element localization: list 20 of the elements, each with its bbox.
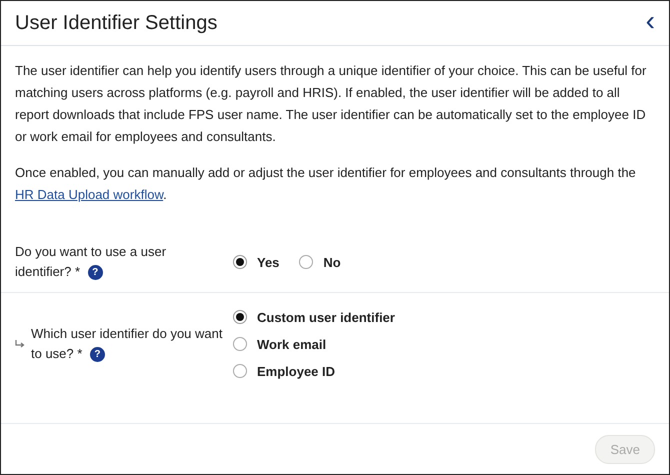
back-button[interactable]: ‹ (642, 7, 659, 39)
option-label[interactable]: No (323, 254, 341, 270)
nested-arrow-icon (15, 340, 25, 348)
description-text: The user identifier can help you identify users through a unique identifier of your choice. This can be useful for matching users across platforms (e.g. payroll and HRIS). If enabled, the user identifier will be added to all report downloads that include FPS user name. The user identifier can be automatically set to the employee ID or work email for employees and consultants. (15, 62, 648, 146)
help-icon[interactable]: ? (88, 265, 103, 280)
help-icon[interactable]: ? (90, 347, 105, 362)
panel-title: User Identifier Settings (15, 12, 218, 34)
radio-button[interactable] (233, 310, 247, 324)
option-label[interactable]: Work email (257, 336, 326, 352)
option-label[interactable]: Yes (257, 254, 280, 270)
question-label: Which user identifier do you want to use? * ? (31, 325, 224, 364)
option-label[interactable]: Employee ID (257, 364, 336, 378)
workflow-link[interactable]: HR Data Upload workflow (15, 187, 164, 202)
option-label[interactable]: Custom user identifier (257, 310, 395, 324)
note-text: Once enabled, you can manually add or adjust the user identifier for employees and consultants through the HR Data Upload workflow. (15, 164, 637, 204)
radio-button[interactable] (233, 337, 247, 351)
radio-button[interactable] (233, 255, 247, 269)
radio-button[interactable] (233, 364, 247, 378)
radio-button[interactable] (299, 255, 314, 269)
question-label: Do you want to use a user identifier? * ? (15, 243, 168, 282)
